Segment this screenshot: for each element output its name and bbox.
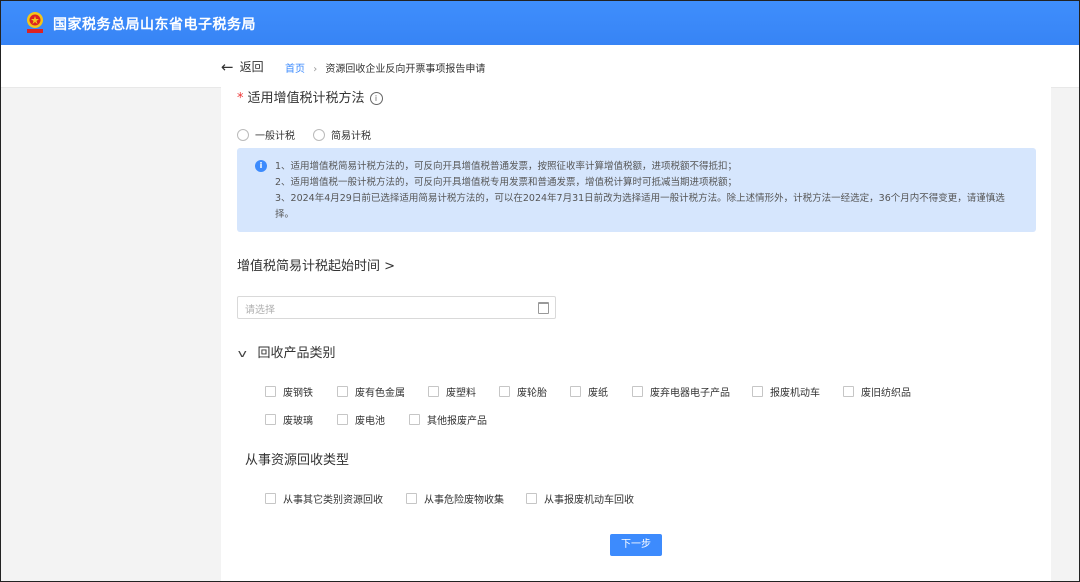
notice-line: 2、适用增值税一般计税方法的，可反向开具增值税专用发票和普通发票，增值税计算时可… [275, 177, 738, 188]
breadcrumb-home-link[interactable]: 首页 [285, 64, 305, 75]
arrow-left-icon: ← [221, 57, 234, 76]
product-category-row-2: 废玻璃 废电池 其他报废产品 [265, 412, 499, 427]
checkbox-paper[interactable]: 废纸 [570, 384, 632, 399]
breadcrumb-separator: › [313, 64, 318, 75]
checkbox-label: 从事危险废物收集 [424, 495, 504, 506]
checkbox-box[interactable] [843, 386, 854, 397]
checkbox-box[interactable] [499, 386, 510, 397]
radio-label: 简易计税 [331, 131, 371, 142]
checkbox-nonferrous-metal[interactable]: 废有色金属 [337, 384, 428, 399]
checkbox-box[interactable] [570, 386, 581, 397]
checkbox-box[interactable] [265, 414, 276, 425]
vat-method-label: * 适用增值税计税方法 i [237, 87, 383, 106]
info-icon[interactable]: i [369, 92, 383, 105]
checkbox-glass[interactable]: 废玻璃 [265, 412, 337, 427]
checkbox-label: 废弃电器电子产品 [650, 388, 730, 399]
checkbox-hazardous-waste[interactable]: 从事危险废物收集 [406, 491, 526, 506]
checkbox-box[interactable] [337, 386, 348, 397]
checkbox-box[interactable] [265, 493, 276, 504]
calendar-icon[interactable] [538, 302, 549, 314]
back-button[interactable]: ← 返回 [221, 58, 264, 75]
checkbox-label: 报废机动车 [770, 388, 820, 399]
nav-bar: ← 返回 首页 › 资源回收企业反向开票事项报告申请 [1, 45, 1079, 88]
product-category-label: 回收产品类别 [257, 346, 336, 361]
tax-emblem-icon [27, 12, 43, 33]
checkbox-electronic-waste[interactable]: 废弃电器电子产品 [632, 384, 752, 399]
checkbox-other-recycling[interactable]: 从事其它类别资源回收 [265, 491, 406, 506]
notice-line: 3、2024年4月29日前已选择适用简易计税方法的，可以在2024年7月31日前… [275, 193, 1005, 220]
radio-general-tax[interactable]: 一般计税 [237, 127, 295, 142]
checkbox-label: 废纸 [588, 388, 608, 399]
checkbox-tire[interactable]: 废轮胎 [499, 384, 570, 399]
checkbox-label: 废玻璃 [283, 416, 313, 427]
checkbox-box[interactable] [265, 386, 276, 397]
breadcrumb-current: 资源回收企业反向开票事项报告申请 [325, 64, 486, 75]
checkbox-other[interactable]: 其他报废产品 [409, 412, 499, 427]
notice-line: 1、适用增值税简易计税方法的，可反向开具增值税普通发票，按照征收率计算增值税额，… [275, 161, 738, 172]
radio-circle[interactable] [313, 128, 325, 141]
checkbox-label: 废钢铁 [283, 388, 313, 399]
checkbox-label: 废旧纺织品 [861, 388, 911, 399]
checkbox-plastic[interactable]: 废塑料 [428, 384, 499, 399]
date-placeholder: 请选择 [245, 305, 275, 316]
app-window: 国家税务总局山东省电子税务局 ← 返回 首页 › 资源回收企业反向开票事项报告申… [0, 0, 1080, 582]
next-step-button[interactable]: 下一步 [610, 534, 662, 556]
checkbox-label: 从事其它类别资源回收 [283, 495, 383, 506]
notice-text: 1、适用增值税简易计税方法的，可反向开具增值税普通发票，按照征收率计算增值税额，… [275, 159, 1019, 223]
checkbox-label: 废电池 [355, 416, 385, 427]
checkbox-label: 其他报废产品 [427, 416, 487, 427]
top-header: 国家税务总局山东省电子税务局 [1, 1, 1079, 45]
radio-simple-tax[interactable]: 简易计税 [313, 127, 371, 142]
vat-method-label-text: 适用增值税计税方法 [247, 91, 365, 106]
checkbox-label: 废塑料 [446, 388, 476, 399]
checkbox-scrap-vehicle[interactable]: 报废机动车 [752, 384, 843, 399]
chevron-down-icon[interactable]: v [238, 347, 247, 360]
checkbox-scrap-steel[interactable]: 废钢铁 [265, 384, 337, 399]
start-date-picker[interactable]: 请选择 [237, 296, 556, 319]
required-mark: * [237, 91, 244, 106]
product-category-header[interactable]: v 回收产品类别 [238, 342, 336, 361]
checkbox-battery[interactable]: 废电池 [337, 412, 409, 427]
breadcrumb: 首页 › 资源回收企业反向开票事项报告申请 [285, 60, 485, 75]
checkbox-box[interactable] [409, 414, 420, 425]
checkbox-box[interactable] [632, 386, 643, 397]
checkbox-box[interactable] [406, 493, 417, 504]
back-label: 返回 [239, 60, 264, 74]
checkbox-label: 废轮胎 [517, 388, 547, 399]
checkbox-box[interactable] [752, 386, 763, 397]
radio-circle[interactable] [237, 128, 249, 141]
form-panel: * 适用增值税计税方法 i 一般计税 简易计税 i 1、适用增值税简易计税方法的，可… [221, 87, 1051, 581]
checkbox-box[interactable] [428, 386, 439, 397]
info-filled-icon: i [255, 160, 267, 172]
notice-box: i 1、适用增值税简易计税方法的，可反向开具增值税普通发票，按照征收率计算增值税… [237, 148, 1036, 232]
checkbox-label: 从事报废机动车回收 [544, 495, 634, 506]
site-title: 国家税务总局山东省电子税务局 [53, 17, 256, 33]
vat-method-radio-group: 一般计税 简易计税 [237, 127, 389, 142]
checkbox-textile[interactable]: 废旧纺织品 [843, 384, 923, 399]
recycle-type-row: 从事其它类别资源回收 从事危险废物收集 从事报废机动车回收 [265, 491, 656, 506]
product-category-row-1: 废钢铁 废有色金属 废塑料 废轮胎 废纸 废弃电器电子产品 报废机动车 废旧纺织… [265, 384, 923, 399]
checkbox-vehicle-recycling[interactable]: 从事报废机动车回收 [526, 491, 656, 506]
checkbox-box[interactable] [337, 414, 348, 425]
checkbox-box[interactable] [526, 493, 537, 504]
checkbox-label: 废有色金属 [355, 388, 405, 399]
recycle-type-label: 从事资源回收类型 [245, 453, 350, 468]
start-time-label[interactable]: 增值税简易计税起始时间 > [237, 255, 395, 274]
radio-label: 一般计税 [255, 131, 295, 142]
